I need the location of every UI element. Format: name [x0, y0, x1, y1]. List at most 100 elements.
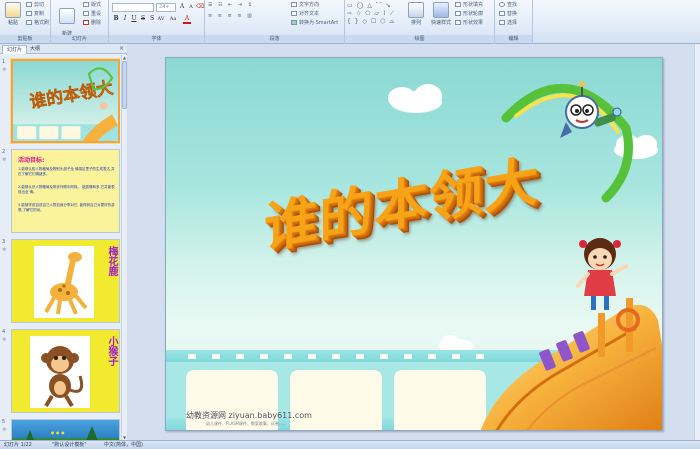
- slide-thumbnail[interactable]: 谁的本领大: [11, 59, 120, 143]
- current-slide[interactable]: 谁的本领大 幼教资源网 ziyuan.baby611.com 幼儿课件、FLAS…: [165, 57, 663, 431]
- slides-group: 新建 幻灯片 版式 重设 删除 幻灯片: [51, 0, 109, 44]
- cloud-icon: [388, 84, 442, 113]
- char-spacing-button[interactable]: AV: [157, 15, 165, 23]
- format-painter-button[interactable]: 格式刷: [26, 20, 49, 27]
- strikethrough-button[interactable]: S: [139, 15, 147, 23]
- find-icon: [499, 2, 505, 7]
- scroll-up-icon[interactable]: ▲: [122, 55, 127, 60]
- smartart-button[interactable]: 转换为 SmartArt: [291, 20, 338, 27]
- font-name-select[interactable]: [112, 3, 154, 12]
- italic-button[interactable]: I: [121, 15, 129, 23]
- font-group: 24+ A A ⌫ B I U S S AV Aa A 字体: [109, 0, 205, 44]
- animation-star-icon: ✲: [2, 247, 7, 253]
- shadow-button[interactable]: S: [148, 15, 156, 23]
- underline-button[interactable]: U: [130, 15, 138, 23]
- font-group-label: 字体: [109, 35, 204, 43]
- thumbnail-5-art: •••: [12, 426, 119, 440]
- effects-icon: [455, 20, 461, 25]
- tab-slides[interactable]: 幻灯片: [2, 45, 28, 54]
- thumbnail-scrollbar[interactable]: ▲ ▼: [121, 55, 127, 440]
- tab-outline[interactable]: 大纲: [26, 45, 44, 54]
- replace-button[interactable]: 替换: [499, 11, 517, 18]
- smartart-icon: [291, 20, 297, 25]
- arrange-icon: [408, 2, 424, 18]
- font-color-button[interactable]: A: [183, 15, 191, 24]
- replace-icon: [499, 11, 505, 16]
- text-direction-button[interactable]: 文字方向: [291, 2, 319, 9]
- layout-icon: [83, 2, 89, 7]
- watermark-text: 幼教资源网 ziyuan.baby611.com: [186, 411, 312, 420]
- drawing-group: ▭ ◯ △ ⌒ ↘ ⇨ ☆ ⬠ ▱ ⌇ ⟋ { } ◇ ☐ ⬡ ⌓ 排列 快速样…: [345, 0, 495, 44]
- bold-button[interactable]: B: [112, 15, 120, 23]
- language-indicator[interactable]: 中文(简体，中国): [104, 441, 143, 449]
- font-size-select[interactable]: 24+: [156, 3, 176, 12]
- outline-icon: [455, 11, 461, 16]
- thumbnail-list: 1 ✲ 谁的本领大 2 ✲ 活动目标: 1.能够认知人物格局及物别头部子全 情感…: [0, 55, 120, 440]
- thumbnail-number: 5: [2, 419, 6, 425]
- monkey-image: [30, 336, 90, 408]
- fill-icon: [455, 2, 461, 7]
- align-text-button[interactable]: 对齐文本: [291, 11, 319, 18]
- clear-format-icon[interactable]: ⌫: [196, 3, 204, 11]
- thumbnail-label: 梅花鹿: [106, 246, 117, 276]
- photo-frame: [290, 370, 382, 430]
- giraffe-image: [34, 246, 94, 318]
- paste-icon: [5, 2, 21, 18]
- watermark-subtext: 幼儿课件、FLASH课件、教案故事、试卷......: [206, 421, 287, 426]
- thumbnail-label: 小猴子: [106, 336, 117, 366]
- thumbnail-row-4[interactable]: 4 ✲ 小猴子: [0, 329, 120, 413]
- slide-thumbnail[interactable]: •••: [11, 419, 120, 440]
- delete-icon: [83, 20, 89, 25]
- slide-thumbnail[interactable]: 活动目标: 1.能够认知人物格局及物别头部子全 情感区里子的生成表达,并在了解它…: [11, 149, 120, 233]
- thumbnail-heading: 活动目标:: [18, 157, 45, 164]
- arrange-button[interactable]: 排列: [405, 2, 427, 26]
- thumbnail-row-3[interactable]: 3 ✲ 梅花鹿: [0, 239, 120, 323]
- brush-icon: [26, 20, 32, 25]
- thumbnail-number: 3: [2, 239, 6, 245]
- paste-button[interactable]: 粘贴: [2, 2, 24, 26]
- thumbnail-row-5[interactable]: 5 ✲ •••: [0, 419, 120, 440]
- girl-icon: [576, 238, 628, 310]
- animation-star-icon: ✲: [2, 157, 7, 163]
- slides-panel: 幻灯片 大纲 × 1 ✲ 谁的本领大 2 ✲ 活动目标: 1.能够认知人物格局及…: [0, 44, 127, 440]
- select-icon: [499, 20, 505, 25]
- thumbnail-number: 4: [2, 329, 6, 335]
- shape-effects-button[interactable]: 形状效果: [455, 20, 483, 27]
- quick-styles-button[interactable]: 快速样式: [428, 2, 454, 26]
- svg-text:•••: •••: [50, 429, 65, 438]
- thumbnail-line: 2.能够认识人物格局及带状外眼中阿特。 能激情和多,它并能表现出全 情。: [18, 185, 115, 194]
- change-case-button[interactable]: Aa: [169, 15, 177, 23]
- align-buttons[interactable]: ≡ ≡ ≡ ≡ ▥: [208, 13, 254, 20]
- clipboard-group-label: 剪贴板: [0, 35, 50, 43]
- shapes-gallery[interactable]: ▭ ◯ △ ⌒ ↘ ⇨ ☆ ⬠ ▱ ⌇ ⟋ { } ◇ ☐ ⬡ ⌓: [347, 2, 399, 27]
- layout-button[interactable]: 版式: [83, 2, 101, 9]
- find-button[interactable]: 查找: [499, 2, 517, 9]
- editing-group-label: 编辑: [495, 35, 532, 43]
- new-slide-icon: [59, 8, 75, 24]
- theme-name: "默认设计模板": [52, 442, 87, 448]
- cut-button[interactable]: 剪切: [26, 2, 44, 9]
- shape-outline-button[interactable]: 形状轮廓: [455, 11, 483, 18]
- shape-fill-button[interactable]: 形状填充: [455, 2, 483, 9]
- thumbnail-row-1[interactable]: 1 ✲ 谁的本领大: [0, 59, 120, 143]
- shrink-font-button[interactable]: A: [187, 3, 195, 11]
- list-buttons[interactable]: ☰ ☷ ⇤ ⇥ ↕: [208, 2, 254, 9]
- delete-slide-button[interactable]: 删除: [83, 20, 101, 27]
- status-bar: 幻灯片 1/22 "默认设计模板" 中文(简体，中国): [0, 440, 700, 449]
- close-icon[interactable]: ×: [118, 45, 125, 52]
- thumbnail-row-2[interactable]: 2 ✲ 活动目标: 1.能够认知人物格局及物别头部子全 情感区里子的生成表达,并…: [0, 149, 120, 233]
- copy-button[interactable]: 复制: [26, 11, 44, 18]
- clipboard-group: 粘贴 剪切 复制 格式刷 剪贴板: [0, 0, 51, 44]
- slide-thumbnail[interactable]: 小猴子: [11, 329, 120, 413]
- grow-font-button[interactable]: A: [178, 3, 186, 11]
- thumbnail-number: 1: [2, 59, 6, 65]
- thumbnail-line: 3.能够学说自述自己人物自身分享对它, 能得到自己对更好的游想,了解它的动。: [18, 203, 115, 212]
- thumbnail-line: 1.能够认知人物格局及物别头部子全 情感区里子的生成表达,并在了解它们情绪多。: [18, 167, 115, 176]
- drawing-group-label: 绘图: [345, 35, 494, 43]
- animation-star-icon: ✲: [2, 337, 7, 343]
- reset-button[interactable]: 重设: [83, 11, 101, 18]
- slide-thumbnail[interactable]: 梅花鹿: [11, 239, 120, 323]
- scroll-thumb[interactable]: [122, 61, 127, 109]
- canvas-scrollbar[interactable]: [694, 44, 700, 440]
- select-button[interactable]: 选择: [499, 20, 517, 27]
